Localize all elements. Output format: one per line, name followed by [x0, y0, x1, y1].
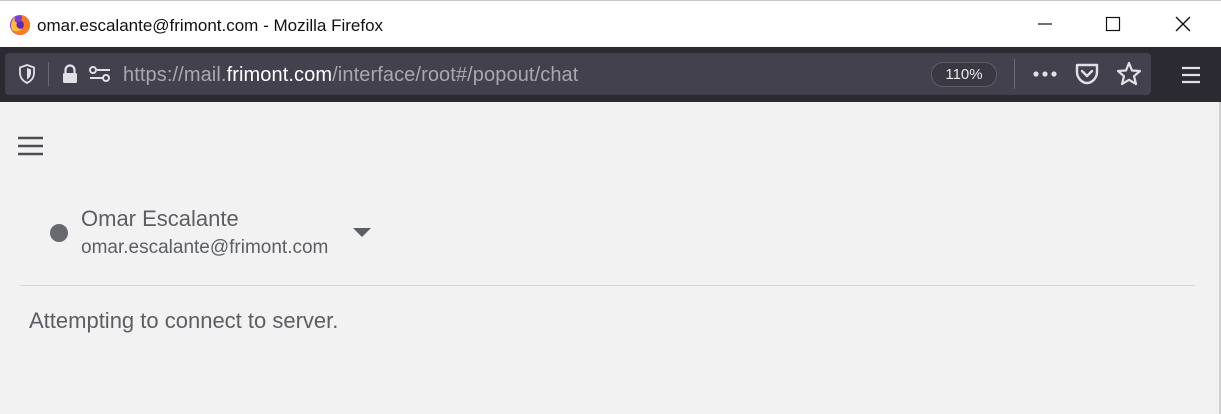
url-text[interactable]: https://mail.frimont.com/interface/root#…: [123, 64, 578, 87]
window-titlebar: omar.escalante@frimont.com - Mozilla Fir…: [0, 0, 1221, 47]
maximize-icon: [1105, 16, 1121, 32]
user-display-name: Omar Escalante: [81, 206, 239, 231]
shield-icon[interactable]: [13, 53, 41, 95]
address-bar-separator: [1014, 59, 1015, 89]
browser-toolbar: https://mail.frimont.com/interface/root#…: [0, 47, 1221, 102]
chat-popout-panel: Omar Escalante omar.escalante@frimont.co…: [0, 102, 1221, 414]
pocket-icon[interactable]: [1071, 53, 1103, 95]
chat-menu-button[interactable]: [17, 136, 44, 156]
url-prefix: https://mail.: [123, 64, 227, 86]
address-bar-separator: [48, 62, 49, 86]
window-title: omar.escalante@frimont.com - Mozilla Fir…: [37, 16, 384, 35]
url-host: frimont.com: [226, 64, 333, 86]
more-icon[interactable]: [1029, 53, 1061, 95]
bookmark-star-icon[interactable]: [1113, 53, 1145, 95]
app-menu-icon: [1182, 66, 1200, 83]
url-path: /interface/root#/popout/chat: [332, 64, 579, 86]
connection-status-message: Attempting to connect to server.: [29, 308, 339, 333]
user-email: omar.escalante@frimont.com: [81, 237, 329, 258]
maximize-button[interactable]: [1080, 1, 1146, 47]
status-dropdown-caret-icon[interactable]: [353, 228, 371, 237]
section-divider: [20, 285, 1195, 286]
zoom-level-button[interactable]: 110%: [931, 62, 997, 87]
address-bar[interactable]: https://mail.frimont.com/interface/root#…: [5, 53, 1151, 95]
presence-status-indicator: [50, 224, 68, 242]
hamburger-icon: [18, 136, 43, 156]
firefox-icon: [9, 14, 31, 36]
lock-icon[interactable]: [59, 53, 81, 95]
minimize-icon: [1038, 23, 1052, 25]
close-button[interactable]: [1150, 1, 1216, 47]
permissions-icon[interactable]: [87, 53, 113, 95]
close-icon: [1175, 16, 1191, 32]
app-menu-button[interactable]: [1170, 47, 1212, 102]
minimize-button[interactable]: [1012, 1, 1078, 47]
